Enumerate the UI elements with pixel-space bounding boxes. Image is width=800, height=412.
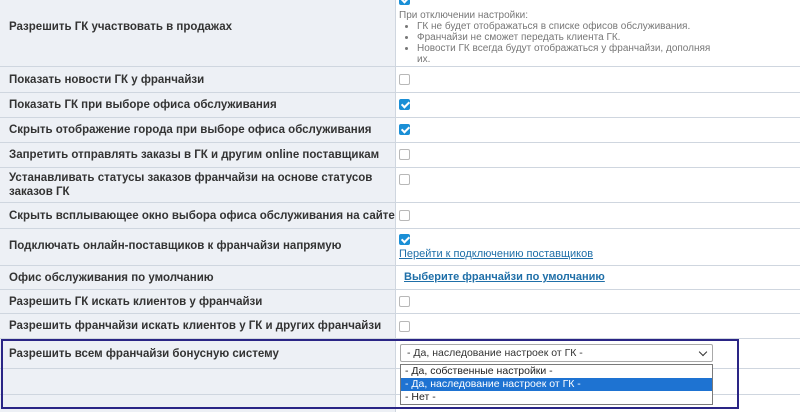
setting-row-gk-search-clients: Разрешить ГК искать клиентов у франчайзи [0, 290, 800, 314]
note-title: При отключении настройки: [399, 10, 528, 21]
dropdown-option[interactable]: - Нет - [401, 391, 712, 404]
setting-row-franchisee-search-clients: Разрешить франчайзи искать клиентов у ГК… [0, 314, 800, 339]
setting-row-default-office: Офис обслуживания по умолчанию Выберите … [0, 266, 800, 290]
hide-popup-checkbox[interactable] [399, 210, 410, 221]
order-statuses-checkbox[interactable] [399, 174, 410, 185]
setting-label: Подключать онлайн-поставщиков к франчайз… [9, 240, 342, 252]
connect-suppliers-link[interactable]: Перейти к подключению поставщиков [399, 248, 593, 260]
setting-row-connect-suppliers: Подключать онлайн-поставщиков к франчайз… [0, 229, 800, 266]
setting-label: Запретить отправлять заказы в ГК и други… [9, 149, 380, 161]
setting-label: Скрыть всплывающее окно выбора офиса обс… [9, 210, 395, 222]
setting-note: При отключении настройки: ГК не будет от… [399, 10, 719, 65]
setting-row-allow-gk-sales: Разрешить ГК участвовать в продажах При … [0, 0, 800, 67]
setting-label: Разрешить франчайзи искать клиентов у ГК… [9, 320, 382, 332]
gk-search-clients-checkbox[interactable] [399, 296, 410, 307]
chevron-down-icon [698, 347, 708, 357]
setting-row-hide-city: Скрыть отображение города при выборе офи… [0, 118, 800, 143]
note-item: Франчайзи не сможет передать клиента ГК. [417, 32, 719, 43]
choose-default-franchisee-link[interactable]: Выберите франчайзи по умолчанию [404, 271, 605, 283]
setting-row-hide-popup: Скрыть всплывающее окно выбора офиса обс… [0, 203, 800, 229]
show-gk-office-checkbox[interactable] [399, 99, 410, 110]
note-item: ГК не будет отображаться в списке офисов… [417, 21, 719, 32]
setting-row-show-gk-news: Показать новости ГК у франчайзи [0, 67, 800, 93]
note-item: Новости ГК всегда будут отображаться у ф… [417, 43, 719, 65]
select-value: - Да, наследование настроек от ГК - [407, 347, 583, 359]
setting-label: Скрыть отображение города при выборе офи… [9, 124, 372, 136]
dropdown-option-selected[interactable]: - Да, наследование настроек от ГК - [401, 378, 712, 391]
forbid-orders-checkbox[interactable] [399, 149, 410, 160]
setting-row-forbid-orders: Запретить отправлять заказы в ГК и други… [0, 143, 800, 168]
allow-gk-sales-checkbox[interactable] [399, 0, 410, 5]
connect-suppliers-checkbox[interactable] [399, 234, 410, 245]
setting-row-show-gk-office: Показать ГК при выборе офиса обслуживани… [0, 93, 800, 118]
setting-label: Устанавливать статусы заказов франчайзи … [9, 172, 373, 198]
setting-row-order-statuses: Устанавливать статусы заказов франчайзи … [0, 168, 800, 203]
setting-label: Показать ГК при выборе офиса обслуживани… [9, 99, 277, 111]
dropdown-option[interactable]: - Да, собственные настройки - [401, 365, 712, 378]
setting-label: Разрешить ГК искать клиентов у франчайзи [9, 296, 263, 308]
show-gk-news-checkbox[interactable] [399, 74, 410, 85]
franchisee-search-clients-checkbox[interactable] [399, 321, 410, 332]
hide-city-checkbox[interactable] [399, 124, 410, 135]
setting-label: Офис обслуживания по умолчанию [9, 272, 214, 284]
bonus-system-select[interactable]: - Да, наследование настроек от ГК - [400, 344, 713, 362]
setting-label: Разрешить ГК участвовать в продажах [9, 21, 233, 33]
setting-label: Показать новости ГК у франчайзи [9, 74, 205, 86]
bonus-system-dropdown: - Да, собственные настройки - - Да, насл… [400, 364, 713, 405]
